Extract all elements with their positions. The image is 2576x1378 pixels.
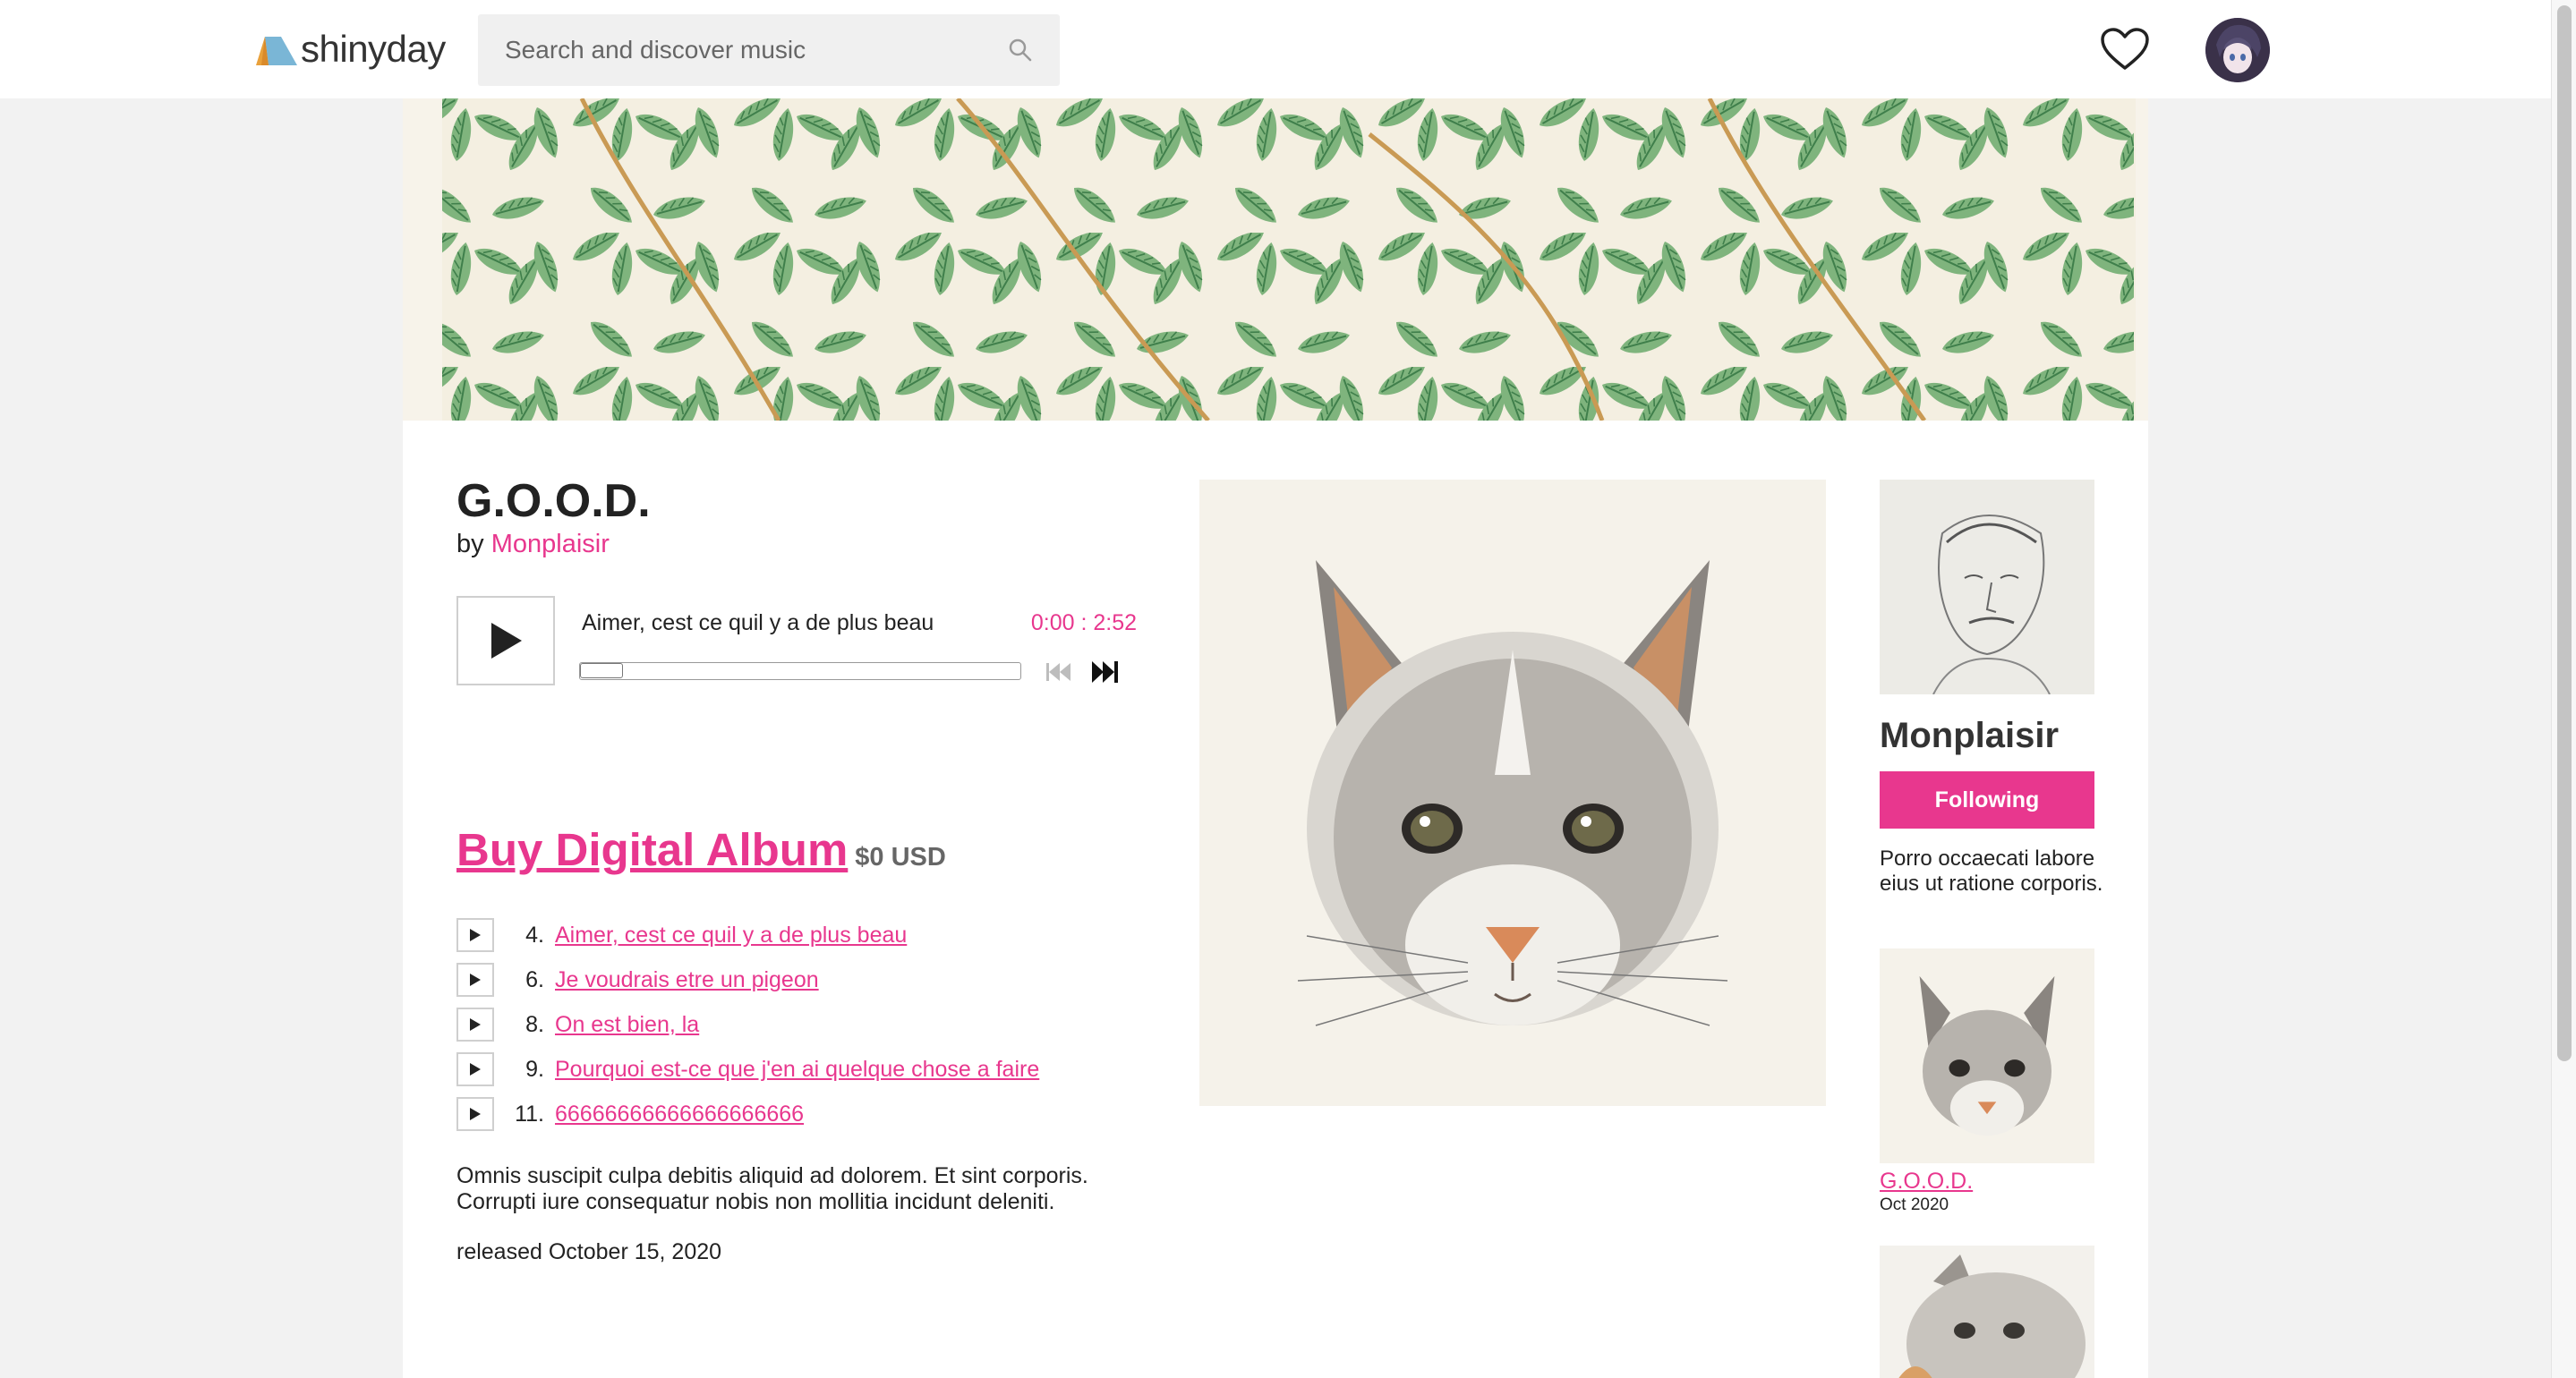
track-list: 4. Aimer, cest ce quil y a de plus beau … [456,913,1173,1136]
cat-illustration [1199,480,1826,1106]
progress-handle[interactable] [580,663,623,678]
release-date: released October 15, 2020 [456,1239,722,1264]
discography-thumbnail[interactable] [1880,948,2094,1163]
play-icon [470,1063,481,1076]
previous-track-icon[interactable] [1045,660,1072,684]
track-row: 4. Aimer, cest ce quil y a de plus beau [456,913,1173,957]
next-track-icon[interactable] [1090,659,1119,685]
album-byline: by Monplaisir [456,530,610,559]
album-description: Omnis suscipit culpa debitis aliquid ad … [456,1163,1088,1214]
track-play-button[interactable] [456,1097,494,1131]
track-number: 11. [515,1101,544,1127]
track-number: 6. [525,966,544,992]
heart-icon[interactable] [2100,27,2150,72]
track-row: 11. 66666666666666666666 [456,1092,1173,1136]
track-number: 4. [525,922,544,948]
page-scrollbar[interactable] [2551,0,2576,1378]
shinyday-logo-icon [256,37,297,65]
now-playing-title: Aimer, cest ce quil y a de plus beau [582,610,934,635]
track-title-link[interactable]: Je voudrais etre un pigeon [555,967,819,993]
play-icon [491,623,522,659]
artist-banner [403,98,2148,421]
track-title-link[interactable]: Aimer, cest ce quil y a de plus beau [555,923,907,948]
album-price: $0 USD [855,843,946,872]
artist-bio: Porro occaecati labore eius ut ratione c… [1880,846,2103,896]
album-page: G.O.O.D. by Monplaisir Aimer, cest ce qu… [403,98,2148,1378]
track-title-link[interactable]: On est bien, la [555,1012,699,1038]
track-title-link[interactable]: 66666666666666666666 [555,1102,804,1127]
track-row: 6. Je voudrais etre un pigeon [456,957,1173,1002]
search-bar[interactable] [478,14,1060,86]
avatar-image [2205,18,2270,82]
banner-leaf-pattern [403,98,2148,421]
buy-digital-album-link[interactable]: Buy Digital Album [456,823,848,876]
search-icon[interactable] [1008,38,1033,63]
audio-player: Aimer, cest ce quil y a de plus beau 0:0… [456,596,1137,694]
discography-title-link[interactable]: G.O.O.D. [1880,1169,1973,1195]
track-number: 8. [525,1011,544,1037]
play-icon [470,1018,481,1031]
album-title: G.O.O.D. [456,475,651,527]
track-time: 0:00 : 2:52 [1030,610,1137,635]
artist-portrait-sketch [1880,480,2094,694]
track-title-link[interactable]: Pourquoi est-ce que j'en ai quelque chos… [555,1057,1039,1083]
top-bar: shinyday [0,0,2551,98]
user-avatar[interactable] [2205,18,2270,82]
play-button[interactable] [456,596,555,685]
discography-date: Oct 2020 [1880,1195,1949,1214]
track-play-button[interactable] [456,963,494,997]
track-number: 9. [525,1056,544,1082]
artist-link[interactable]: Monplaisir [491,530,610,558]
scrollbar-thumb[interactable] [2557,5,2572,1061]
track-row: 8. On est bien, la [456,1002,1173,1047]
play-icon [470,974,481,986]
cat-thumbnail [1880,948,2094,1163]
discography-thumbnail[interactable] [1880,1246,2094,1378]
search-input[interactable] [505,36,988,64]
track-play-button[interactable] [456,1052,494,1086]
track-row: 9. Pourquoi est-ce que j'en ai quelque c… [456,1047,1173,1092]
progress-bar[interactable] [579,662,1021,680]
album-cover[interactable] [1199,480,1826,1106]
brand-name: shinyday [301,28,446,70]
cat-thumbnail [1880,1246,2094,1378]
play-icon [470,929,481,941]
brand-logo[interactable]: shinyday [254,27,446,72]
by-label: by [456,530,484,558]
following-button[interactable]: Following [1880,771,2094,829]
track-play-button[interactable] [456,918,494,952]
artist-photo[interactable] [1880,480,2094,694]
buy-album: Buy Digital Album $0 USD [456,823,946,876]
artist-name: Monplaisir [1880,716,2060,755]
track-play-button[interactable] [456,1008,494,1042]
play-icon [470,1108,481,1120]
